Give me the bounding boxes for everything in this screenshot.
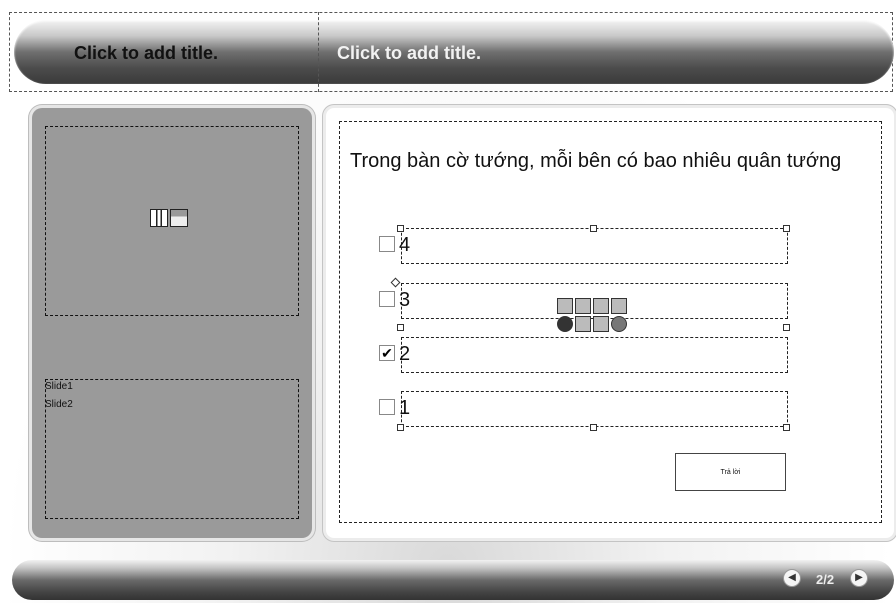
option-checkbox[interactable] — [379, 236, 395, 252]
option-label: 2 — [399, 343, 411, 365]
resize-handle[interactable] — [590, 225, 597, 232]
circle-arrow-left-icon[interactable]: ◀ — [783, 569, 801, 587]
resize-handle[interactable] — [590, 424, 597, 431]
option-label: 4 — [399, 234, 411, 256]
image-icon[interactable] — [575, 316, 591, 332]
option-label: 1 — [399, 397, 411, 419]
smartart-icon[interactable] — [557, 298, 573, 314]
option-box[interactable] — [401, 228, 788, 264]
resize-handle[interactable] — [783, 424, 790, 431]
page-counter: 2/2 — [816, 572, 835, 587]
answer-button[interactable]: Trả lời — [675, 453, 786, 491]
slide-list-item[interactable]: Slide2 — [45, 399, 73, 410]
resize-handle[interactable] — [397, 225, 404, 232]
title-divider — [318, 12, 319, 92]
footer-bar — [12, 560, 894, 600]
option-box[interactable] — [401, 337, 788, 373]
link-icon[interactable] — [611, 316, 627, 332]
slide-list-item[interactable]: Slide1 — [45, 381, 73, 392]
option-box[interactable] — [401, 391, 788, 427]
insert-content-icons — [557, 298, 653, 334]
option-checkbox[interactable] — [379, 291, 395, 307]
table-icon[interactable] — [593, 298, 609, 314]
resize-handle[interactable] — [783, 324, 790, 331]
resize-handle[interactable] — [397, 424, 404, 431]
option-checkbox-checked[interactable]: ✔ — [379, 345, 395, 361]
table-icon[interactable] — [150, 209, 168, 227]
slide-list — [45, 379, 299, 519]
option-checkbox[interactable] — [379, 399, 395, 415]
insert-media-icons — [150, 209, 188, 227]
title-right-placeholder[interactable]: Click to add title. — [337, 43, 481, 64]
chart-icon[interactable] — [170, 209, 188, 227]
resize-handle[interactable] — [783, 225, 790, 232]
circle-arrow-right-icon[interactable]: ▶ — [850, 569, 868, 587]
picture-icon[interactable] — [575, 298, 591, 314]
clipart-icon[interactable] — [557, 316, 573, 332]
option-label: 3 — [399, 289, 411, 311]
question-text: Trong bàn cờ tướng, mỗi bên có bao nhiêu… — [350, 150, 842, 172]
resize-handle[interactable] — [397, 324, 404, 331]
chart-icon[interactable] — [611, 298, 627, 314]
title-left-placeholder[interactable]: Click to add title. — [74, 43, 218, 64]
video-icon[interactable] — [593, 316, 609, 332]
